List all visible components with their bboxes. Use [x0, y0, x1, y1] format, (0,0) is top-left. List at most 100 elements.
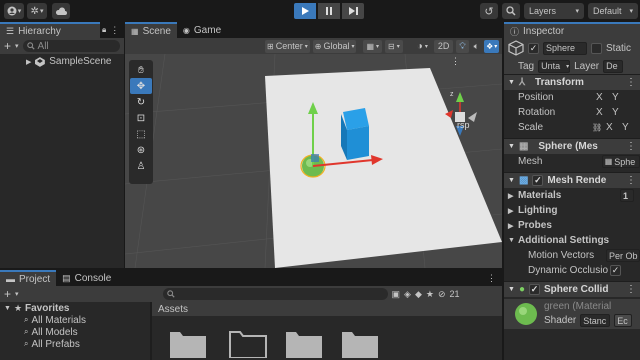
space-dropdown[interactable]: ⊕ Global ▾	[312, 39, 357, 53]
expand-arrow-icon[interactable]: ▼	[508, 286, 515, 293]
active-checkbox[interactable]: ✓	[528, 42, 539, 54]
pivot-dropdown[interactable]: ⊞ Center ▾	[265, 39, 310, 53]
tag-dropdown[interactable]: Unta ▾	[538, 59, 571, 73]
ground-plane[interactable]	[265, 68, 502, 268]
scale-y[interactable]: Y	[622, 122, 629, 133]
hierarchy-search-input[interactable]: All	[22, 40, 120, 52]
position-y[interactable]: Y	[612, 92, 619, 103]
list-item[interactable]: ⌕ All Prefabs	[0, 338, 150, 350]
motion-vectors-dropdown[interactable]: Per Ob	[606, 249, 640, 262]
materials-section[interactable]: ▶ Materials 1	[504, 188, 640, 203]
layout-dropdown[interactable]: Default ▾	[588, 3, 638, 19]
probes-section[interactable]: ▶ Probes	[504, 218, 640, 233]
toggle-2d-button[interactable]: 2D	[433, 39, 454, 53]
more-icon[interactable]: ⋮	[110, 25, 119, 36]
edit-shader-button[interactable]: Ec	[614, 314, 633, 327]
perspective-label[interactable]: rsp	[457, 120, 470, 130]
effects-dropdown[interactable]: ❖ ▾	[484, 39, 500, 53]
folder-icon[interactable]	[170, 332, 206, 358]
search-button[interactable]	[502, 3, 520, 19]
list-item[interactable]: ⌕ All Models	[0, 326, 150, 338]
expand-arrow-icon[interactable]: ▼	[508, 177, 515, 184]
folder-open-icon[interactable]	[229, 331, 267, 358]
cube-object[interactable]	[341, 108, 369, 160]
position-x[interactable]: X	[596, 92, 612, 103]
custom-tool[interactable]: ♙	[130, 158, 152, 174]
account-button[interactable]: ▾	[4, 3, 24, 19]
scale-tool[interactable]: ⊡	[130, 110, 152, 126]
filter-by-label-icon[interactable]: ◈	[404, 289, 411, 300]
rotation-x[interactable]: X	[596, 107, 612, 118]
step-button[interactable]	[342, 3, 364, 19]
scene-canvas[interactable]: z	[125, 54, 502, 268]
tab-scene[interactable]: ▦ Scene	[125, 22, 177, 38]
component-menu-icon[interactable]: ⋮	[626, 141, 636, 152]
expand-arrow-icon[interactable]: ▼	[4, 305, 11, 312]
expand-arrow-icon[interactable]: ▼	[508, 79, 515, 86]
static-checkbox[interactable]	[591, 42, 602, 54]
scene-viewport[interactable]: z rsp ⋮	[125, 54, 502, 268]
filter-by-type-icon[interactable]: ▣	[392, 289, 401, 300]
chevron-down-icon[interactable]: ▾	[15, 42, 19, 50]
lighting-section[interactable]: ▶ Lighting	[504, 203, 640, 218]
snap-increment-button[interactable]: ⊟ ▾	[385, 39, 403, 53]
list-item[interactable]: ⌕ All Materials	[0, 314, 150, 326]
lighting-toggle[interactable]: 💡︎	[456, 39, 469, 53]
add-icon[interactable]: +	[4, 287, 11, 301]
hidden-packages-icon[interactable]: ⊘	[438, 289, 446, 300]
component-menu-icon[interactable]: ⋮	[626, 77, 636, 88]
more-icon[interactable]: ⋮	[487, 273, 496, 284]
rotation-y[interactable]: Y	[612, 107, 619, 118]
scene-row[interactable]: ▶ SampleScene	[0, 54, 124, 69]
pause-button[interactable]	[318, 3, 340, 19]
layer-dropdown[interactable]: De	[603, 59, 624, 73]
lock-icon[interactable]: 🔒︎	[102, 25, 106, 35]
additional-settings-section[interactable]: ▼ Additional Settings	[504, 233, 640, 248]
play-button[interactable]	[294, 3, 316, 19]
tab-project[interactable]: ▬ Project	[0, 270, 57, 286]
transform-header[interactable]: ▼ ⅄ Transform ⋮	[504, 74, 640, 90]
mesh-field[interactable]: ▦ Sphe	[601, 155, 640, 168]
draw-mode-dropdown[interactable]: ◑ ▾	[414, 40, 431, 53]
rect-tool[interactable]: ⬚	[130, 126, 152, 142]
tab-hierarchy[interactable]: ☰ Hierarchy	[0, 22, 100, 38]
hand-tool[interactable]: ✋︎	[130, 62, 152, 78]
cloud-button[interactable]	[52, 3, 70, 19]
component-menu-icon[interactable]: ⋮	[626, 284, 636, 295]
services-button[interactable]: ✲ ▾	[27, 3, 47, 19]
splitter[interactable]	[0, 268, 502, 270]
splitter[interactable]	[124, 22, 125, 268]
splitter[interactable]	[502, 22, 504, 360]
layers-dropdown[interactable]: Layers ▾	[524, 3, 584, 19]
scale-x[interactable]: X	[606, 122, 622, 133]
renderer-enabled-checkbox[interactable]: ✓	[532, 175, 544, 186]
add-icon[interactable]: +	[4, 39, 11, 53]
grid-snap-button[interactable]: ▦ ▾	[363, 39, 383, 53]
expand-arrow-icon[interactable]: ▶	[508, 207, 518, 215]
expand-arrow-icon[interactable]: ▶	[508, 222, 518, 230]
shader-dropdown[interactable]: Stanc	[580, 314, 611, 327]
more-icon[interactable]: ⋮	[451, 56, 460, 67]
star-icon[interactable]: ★	[426, 289, 434, 300]
transform-tool[interactable]: ⊛	[130, 142, 152, 158]
folder-icon[interactable]	[286, 332, 322, 358]
tab-console[interactable]: ▤ Console	[56, 270, 117, 286]
materials-count-field[interactable]: 1	[620, 189, 634, 202]
chevron-down-icon[interactable]: ▾	[15, 290, 19, 298]
mesh-filter-header[interactable]: ▼ ▦ Sphere (Mes ⋮	[504, 138, 640, 154]
tag-icon[interactable]: ◆	[415, 289, 422, 300]
collider-enabled-checkbox[interactable]: ✓	[528, 284, 540, 295]
expand-arrow-icon[interactable]: ▶	[26, 58, 31, 66]
undo-history-button[interactable]: ↺	[480, 3, 498, 19]
mesh-renderer-header[interactable]: ▼ ▩ ✓ Mesh Rende ⋮	[504, 172, 640, 188]
expand-arrow-icon[interactable]: ▶	[508, 192, 518, 200]
tab-game[interactable]: ◉ Game	[177, 22, 227, 38]
assets-breadcrumb[interactable]: Assets	[158, 304, 188, 315]
expand-arrow-icon[interactable]: ▼	[508, 237, 518, 244]
rotate-tool[interactable]: ↻	[130, 94, 152, 110]
folder-icon[interactable]	[342, 332, 378, 358]
expand-arrow-icon[interactable]: ▼	[508, 143, 515, 150]
tab-inspector[interactable]: ⓘ Inspector	[504, 22, 640, 38]
audio-toggle[interactable]: 🔈︎	[472, 40, 481, 53]
link-icon[interactable]: ⛓︎	[592, 123, 606, 132]
